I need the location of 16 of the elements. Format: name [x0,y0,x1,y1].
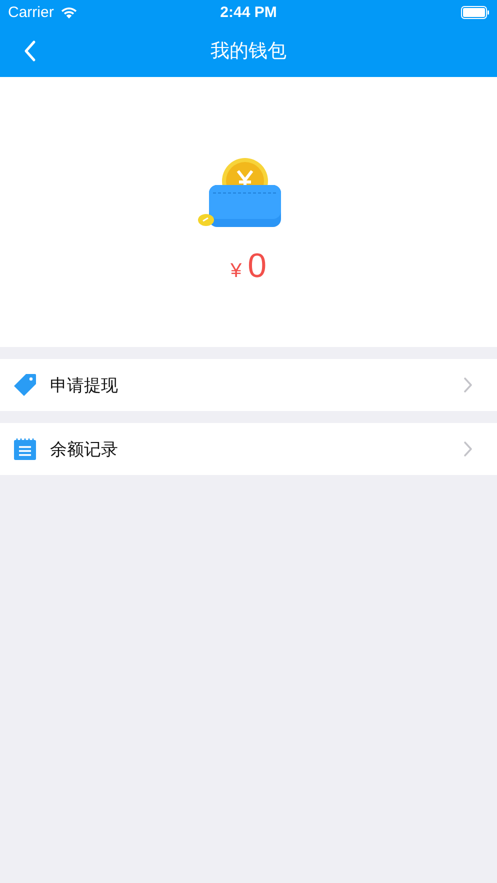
tag-icon [13,373,37,397]
carrier-name: Carrier [8,4,54,21]
balance-amount: 0 [248,247,267,286]
menu-row[interactable]: 申请提现 [0,359,497,411]
back-icon[interactable] [24,40,36,62]
chevron-right-icon [463,441,473,457]
notepad-icon [13,437,37,461]
status-time: 2:44 PM [220,4,277,21]
menu-row[interactable]: 余额记录 [0,423,497,475]
battery-icon [460,6,489,19]
menu-label: 申请提现 [50,374,119,396]
currency-symbol: ¥ [230,260,242,283]
wifi-icon [60,6,78,19]
menu-label: 余额记录 [50,438,119,460]
page-title: 我的钱包 [210,39,286,64]
chevron-right-icon [463,377,473,393]
